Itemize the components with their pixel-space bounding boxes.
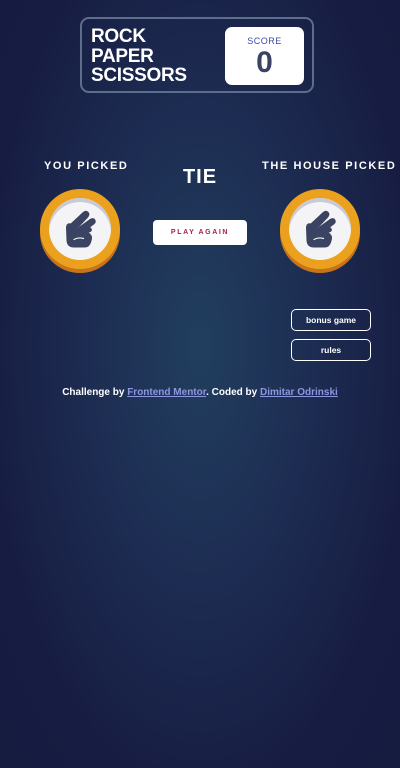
player-pick-token bbox=[40, 189, 120, 269]
frontend-mentor-link[interactable]: Frontend Mentor bbox=[127, 387, 206, 398]
house-pick-token bbox=[280, 189, 360, 269]
result-text: TIE bbox=[182, 166, 218, 188]
scissors-hand-icon bbox=[306, 210, 336, 248]
attribution-prefix: Challenge by bbox=[62, 387, 128, 398]
bonus-game-button[interactable]: bonus game bbox=[291, 309, 371, 331]
logo-line-scissors: SCISSORS bbox=[91, 65, 187, 86]
house-pick-token-face bbox=[289, 198, 351, 260]
author-link[interactable]: Dimitar Odrinski bbox=[260, 387, 338, 398]
logo-line-rock: ROCK bbox=[91, 26, 146, 47]
attribution-middle: . Coded by bbox=[206, 387, 260, 398]
score-label: SCORE bbox=[247, 36, 282, 46]
attribution: Challenge by Frontend Mentor. Coded by D… bbox=[0, 387, 400, 398]
player-pick-token-face bbox=[49, 198, 111, 260]
score-box: SCORE 0 bbox=[225, 27, 304, 85]
game-logo: ROCK PAPER SCISSORS bbox=[91, 27, 187, 86]
rules-button[interactable]: rules bbox=[291, 339, 371, 361]
logo-line-paper: PAPER bbox=[91, 45, 154, 67]
game-header: ROCK PAPER SCISSORS SCORE 0 bbox=[80, 17, 314, 93]
score-value: 0 bbox=[256, 46, 273, 79]
scissors-hand-icon bbox=[66, 210, 96, 248]
play-again-button[interactable]: PLAY AGAIN bbox=[153, 220, 247, 245]
